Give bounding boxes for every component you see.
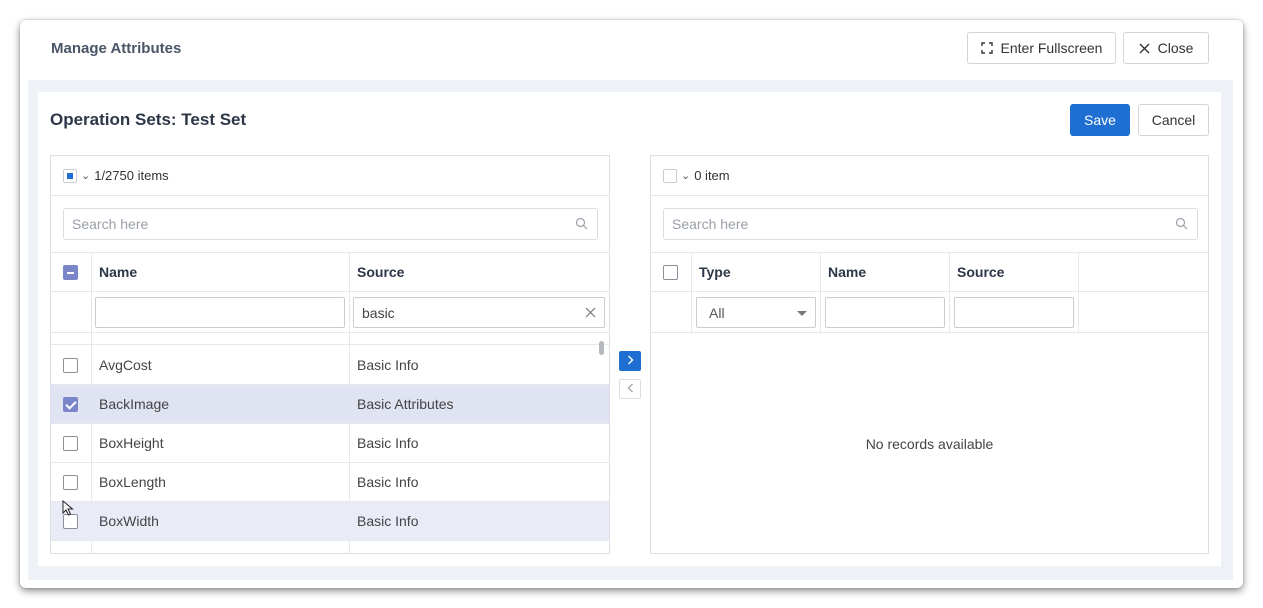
dialog-title: Manage Attributes	[51, 40, 182, 57]
type-filter-select[interactable]: All	[696, 297, 816, 328]
column-header-source[interactable]: Source	[349, 253, 609, 291]
source-search-input[interactable]: Search here	[63, 208, 598, 240]
clear-filter-icon[interactable]	[585, 305, 596, 321]
target-select-all-checkbox[interactable]	[663, 168, 677, 183]
row-name: BoxLength	[99, 474, 166, 490]
mouse-cursor-icon	[62, 499, 74, 519]
cancel-button[interactable]: Cancel	[1138, 104, 1209, 136]
chevron-left-icon	[627, 382, 634, 396]
move-right-button[interactable]	[619, 351, 641, 371]
enter-fullscreen-button[interactable]: Enter Fullscreen	[967, 32, 1116, 64]
source-filter-value: basic	[362, 304, 395, 321]
search-icon	[1175, 217, 1188, 233]
close-label: Close	[1157, 40, 1194, 56]
dialog-body: Operation Sets: Test Set Save Cancel ⌄ 1…	[28, 80, 1233, 580]
manage-attributes-dialog: Manage Attributes Enter Fullscreen Close…	[20, 20, 1243, 588]
card-title: Operation Sets: Test Set	[50, 110, 247, 129]
target-search-input[interactable]: Search here	[663, 208, 1198, 240]
target-filter-row: All	[651, 292, 1208, 333]
source-filter-input[interactable]: basic	[353, 297, 605, 328]
row-checkbox[interactable]	[63, 474, 78, 490]
row-checkbox[interactable]	[63, 435, 78, 451]
source-filter-input[interactable]	[954, 297, 1074, 328]
source-search-placeholder: Search here	[72, 216, 149, 232]
search-icon	[575, 217, 588, 233]
row-name: BoxWidth	[99, 513, 159, 529]
column-header-name[interactable]: Name	[91, 253, 349, 291]
target-grid-header: Type Name Source	[651, 252, 1208, 292]
header-checkbox-cell	[51, 253, 91, 291]
column-header-name[interactable]: Name	[820, 253, 949, 291]
fullscreen-label: Enter Fullscreen	[1000, 40, 1103, 56]
operation-set-card: Operation Sets: Test Set Save Cancel ⌄ 1…	[38, 92, 1221, 566]
row-source: Basic Info	[357, 474, 419, 490]
name-filter-input[interactable]	[825, 297, 945, 328]
column-header-source[interactable]: Source	[949, 253, 1078, 291]
source-select-all-checkbox[interactable]	[63, 168, 77, 183]
row-source: Basic Info	[357, 513, 419, 529]
table-row[interactable]: AvgCost Basic Info	[51, 346, 609, 385]
source-list-header: ⌄ 1/2750 items	[51, 156, 609, 196]
header-checkbox[interactable]	[663, 264, 678, 280]
row-source: Basic Info	[357, 357, 419, 373]
table-row[interactable]	[51, 333, 609, 345]
caret-down-icon	[797, 311, 807, 316]
empty-state-text: No records available	[865, 436, 994, 452]
target-search-placeholder: Search here	[672, 216, 749, 232]
target-list-header: ⌄ 0 item	[651, 156, 1208, 196]
move-left-button[interactable]	[619, 379, 641, 399]
row-name: BackImage	[99, 396, 170, 412]
name-filter-input[interactable]	[95, 297, 345, 328]
source-grid-header: Name Source	[51, 252, 609, 292]
source-list-panel: ⌄ 1/2750 items Search here Name Source b…	[50, 155, 610, 554]
fullscreen-icon	[980, 42, 993, 54]
source-filter-row: basic	[51, 292, 609, 333]
dialog-header: Manage Attributes Enter Fullscreen Close	[20, 20, 1243, 80]
save-button[interactable]: Save	[1070, 104, 1130, 136]
type-filter-value: All	[709, 304, 725, 321]
close-icon	[1139, 43, 1150, 54]
chevron-right-icon	[627, 354, 634, 368]
table-row[interactable]: BoxHeight Basic Info	[51, 424, 609, 463]
chevron-down-icon[interactable]: ⌄	[681, 169, 690, 182]
column-header-type[interactable]: Type	[691, 253, 820, 291]
row-checkbox[interactable]	[63, 396, 78, 412]
source-item-count: 1/2750 items	[94, 168, 169, 183]
row-source: Basic Info	[357, 435, 419, 451]
header-checkbox-cell	[651, 253, 691, 291]
close-button[interactable]: Close	[1123, 32, 1209, 64]
table-row[interactable]: BoxWidth Basic Info	[51, 499, 609, 541]
target-list-panel: ⌄ 0 item Search here Type Name Source Al…	[650, 155, 1209, 554]
row-source: Basic Attributes	[357, 396, 454, 412]
row-checkbox[interactable]	[63, 357, 78, 373]
row-name: AvgCost	[99, 357, 152, 373]
scrollbar-thumb[interactable]	[599, 341, 604, 355]
chevron-down-icon[interactable]: ⌄	[81, 169, 90, 182]
source-rows: AvgCost Basic Info BackImage Basic Attri…	[51, 333, 609, 553]
header-checkbox[interactable]	[63, 264, 78, 280]
row-name: BoxHeight	[99, 435, 164, 451]
target-item-count: 0 item	[694, 168, 730, 183]
table-row[interactable]: BoxLength Basic Info	[51, 463, 609, 502]
table-row[interactable]: BackImage Basic Attributes	[51, 385, 609, 424]
